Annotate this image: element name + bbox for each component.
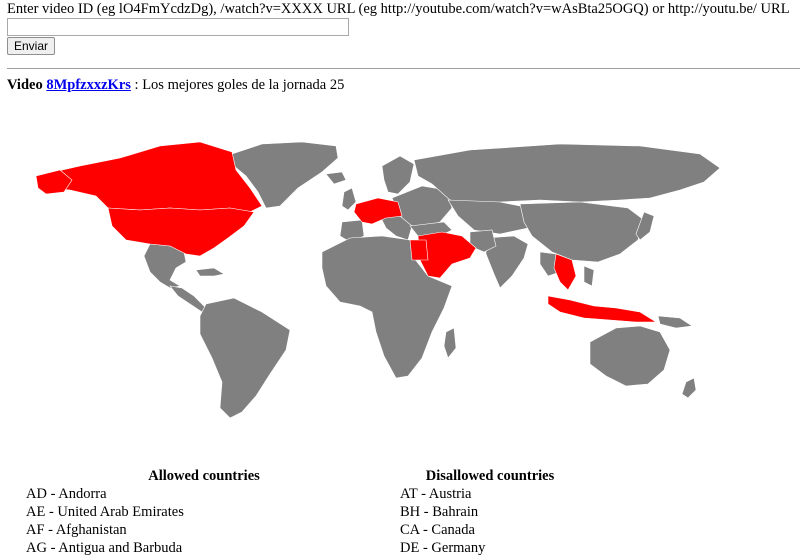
disallowed-country: AT - Austria [400,486,472,502]
world-map [35,141,721,419]
video-title: Los mejores goles de la jornada 25 [142,77,345,93]
disallowed-country: BH - Bahrain [400,504,479,520]
region-usa [107,207,255,257]
region-russia [413,143,721,207]
region-philippines [583,265,595,287]
region-egypt [409,239,429,261]
video-id-link[interactable]: 8MpfzxxzKrs [46,77,131,93]
region-uk [341,187,357,211]
allowed-country: AD - Andorra [26,486,107,502]
video-separator: : [134,77,139,93]
region-central-asia [447,199,531,235]
allowed-country: AG - Antigua and Barbuda [26,540,183,556]
region-caribbean [195,267,225,277]
submit-button[interactable]: Enviar [7,37,56,55]
divider [7,68,800,69]
region-central-america [169,285,207,313]
disallowed-heading: Disallowed countries [425,468,555,484]
allowed-heading: Allowed countries [148,468,260,484]
allowed-country: AE - United Arab Emirates [26,504,184,520]
allowed-country: AF - Afghanistan [26,522,127,538]
region-papua [657,315,693,329]
disallowed-countries: Disallowed countries AT - Austria BH - B… [400,467,580,557]
region-australia [589,325,671,387]
region-iceland [325,171,347,185]
region-new-zealand [681,377,697,399]
region-south-america [199,297,291,419]
region-china [519,201,645,263]
video-info: Video 8MpfzxxzKrs : Los mejores goles de… [7,77,344,94]
region-madagascar [443,327,457,359]
allowed-countries: Allowed countries AD - Andorra AE - Unit… [26,467,382,557]
video-label: Video [7,77,43,93]
region-indonesia [547,295,658,323]
region-canada [35,141,263,213]
disallowed-country: DE - Germany [400,540,486,556]
video-id-prompt: Enter video ID (eg lO4FmYcdzDg), /watch?… [7,1,790,17]
disallowed-country: CA - Canada [400,522,475,538]
video-id-input[interactable] [7,18,349,36]
region-scandinavia [381,155,415,195]
